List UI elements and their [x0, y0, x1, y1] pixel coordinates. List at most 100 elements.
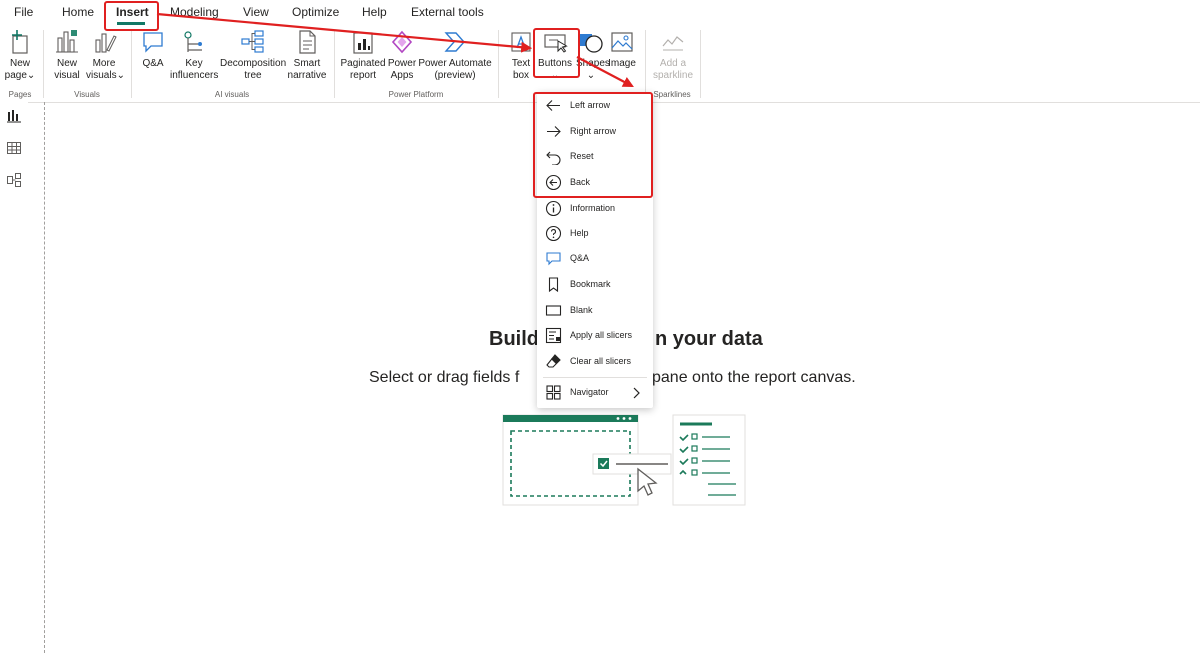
menu-item-information[interactable]: Information — [537, 196, 653, 221]
decomposition-tree-button[interactable]: Decomposition tree — [220, 28, 286, 82]
image-icon — [611, 32, 633, 52]
power-automate-label-1: Power Automate — [418, 58, 492, 69]
decomposition-tree-label-2: tree — [244, 70, 262, 81]
menu-item-blank[interactable]: Blank — [537, 298, 653, 323]
ribbon-separator — [498, 30, 499, 98]
new-visual-label-1: New — [56, 58, 77, 69]
key-influencers-button[interactable]: Key influencers — [170, 28, 218, 82]
highlight-buttons-button — [533, 28, 580, 78]
add-sparkline-button[interactable]: Add a sparkline — [650, 28, 696, 82]
menu-help[interactable]: Help — [362, 5, 387, 19]
add-sparkline-label-2: sparkline — [652, 70, 694, 81]
image-label: Image — [608, 58, 636, 69]
menu-item-qna[interactable]: Q&A — [537, 246, 653, 271]
key-influencers-label-1: Key — [185, 58, 203, 69]
table-view-icon[interactable] — [6, 140, 22, 156]
group-label-visuals: Visuals — [74, 90, 100, 99]
text-box-button[interactable]: Text box — [506, 28, 536, 82]
chevron-down-icon: ⌄ — [586, 70, 596, 81]
menu-external-tools[interactable]: External tools — [411, 5, 484, 19]
key-influencers-icon — [184, 31, 202, 52]
sparkline-icon — [662, 36, 684, 51]
ribbon-separator — [131, 30, 132, 98]
new-visual-icon — [56, 30, 78, 53]
navigator-icon — [546, 385, 561, 400]
qna-icon — [546, 252, 561, 266]
new-page-label-2: page — [4, 70, 27, 81]
add-sparkline-label-1: Add a — [659, 58, 687, 69]
smart-narrative-button[interactable]: Smart narrative — [287, 28, 327, 82]
canvas-subtitle-right: pane onto the report canvas. — [652, 369, 856, 386]
menu-home[interactable]: Home — [62, 5, 94, 19]
smart-narrative-label-2: narrative — [287, 70, 327, 81]
text-box-label-2: box — [512, 70, 530, 81]
view-rail — [0, 102, 28, 653]
paginated-report-button[interactable]: Paginated report — [340, 28, 386, 82]
menu-file[interactable]: File — [14, 5, 33, 19]
report-view-icon[interactable] — [6, 108, 22, 124]
image-button[interactable]: Image — [607, 28, 637, 70]
shapes-label: Shapes — [576, 58, 610, 69]
eraser-icon — [546, 354, 561, 368]
group-label-pages: Pages — [8, 90, 32, 99]
paginated-report-icon — [353, 32, 373, 54]
more-visuals-label-1: More — [92, 58, 116, 69]
power-bi-window: File Home Insert Modeling View Optimize … — [0, 0, 1200, 653]
power-automate-button[interactable]: Power Automate (preview) — [418, 28, 492, 82]
highlight-insert-tab — [104, 1, 159, 31]
new-visual-label-2: visual — [54, 70, 80, 81]
qna-icon — [143, 32, 163, 53]
bookmark-icon — [548, 277, 559, 293]
menu-item-label: Navigator — [570, 387, 609, 397]
menu-view[interactable]: View — [243, 5, 269, 19]
model-view-icon[interactable] — [6, 172, 22, 188]
power-apps-button[interactable]: Power Apps — [386, 28, 418, 82]
new-visual-button[interactable]: New visual — [50, 28, 84, 82]
menu-optimize[interactable]: Optimize — [292, 5, 339, 19]
menu-item-navigator[interactable]: Navigator — [537, 380, 653, 405]
shapes-icon — [580, 34, 603, 53]
menu-item-bookmark[interactable]: Bookmark — [537, 272, 653, 297]
empty-canvas-illustration — [502, 414, 746, 506]
menu-divider — [543, 377, 647, 378]
paginated-report-label-2: report — [349, 70, 377, 81]
menu-item-label: Information — [570, 203, 616, 213]
menu-item-clear-all-slicers[interactable]: Clear all slicers — [537, 349, 653, 374]
power-apps-icon — [391, 30, 413, 54]
more-visuals-button[interactable]: More visuals⌄ — [86, 28, 125, 82]
power-apps-label-2: Apps — [390, 70, 414, 81]
menu-modeling[interactable]: Modeling — [170, 5, 219, 19]
more-visuals-icon — [95, 33, 117, 53]
menu-item-help[interactable]: Help — [537, 221, 653, 246]
new-page-button[interactable]: New page⌄ — [3, 28, 37, 82]
ribbon-separator — [645, 30, 646, 98]
menu-item-label: Clear all slicers — [570, 356, 632, 366]
highlight-arrow-buttons — [533, 92, 653, 198]
menu-item-label: Bookmark — [570, 279, 611, 289]
text-box-label-1: Text — [511, 58, 531, 69]
power-automate-label-2: (preview) — [434, 70, 476, 81]
decomposition-tree-label-1: Decomposition — [220, 58, 287, 69]
help-icon — [545, 225, 562, 242]
shapes-button[interactable]: Shapes ⌄ — [576, 28, 610, 82]
new-page-label-1: New — [9, 58, 30, 69]
qna-button[interactable]: Q&A — [138, 28, 168, 70]
menu-item-label: Help — [570, 228, 589, 238]
ribbon-separator — [334, 30, 335, 98]
canvas-border — [44, 102, 45, 653]
menu-item-apply-all-slicers[interactable]: Apply all slicers — [537, 323, 653, 348]
menu-item-label: Apply all slicers — [570, 330, 633, 340]
more-visuals-label-2: visuals — [86, 70, 117, 81]
ribbon-separator — [43, 30, 44, 98]
chevron-down-icon: ⌄ — [26, 70, 36, 81]
blank-icon — [545, 305, 562, 316]
text-box-icon — [511, 32, 531, 52]
group-label-ai-visuals: AI visuals — [214, 90, 250, 99]
new-page-icon — [12, 30, 28, 54]
menu-bar: File Home Insert Modeling View Optimize … — [0, 0, 1200, 26]
group-label-sparklines: Sparklines — [653, 90, 691, 99]
power-automate-icon — [444, 32, 465, 52]
power-apps-label-1: Power — [387, 58, 417, 69]
menu-item-label: Q&A — [570, 253, 590, 263]
decomposition-tree-icon — [241, 30, 264, 53]
